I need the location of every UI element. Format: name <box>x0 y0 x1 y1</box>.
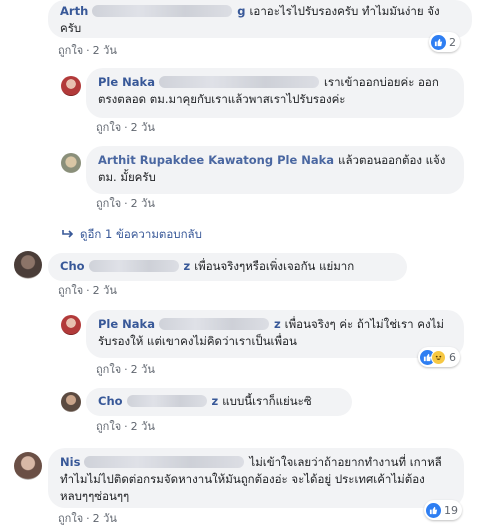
comment-meta: ถูกใจ · 2 วัน <box>96 420 155 433</box>
avatar[interactable] <box>61 315 81 335</box>
haha-icon <box>431 349 446 365</box>
commenter-name[interactable]: Nis <box>60 455 80 469</box>
like-icon <box>431 34 446 50</box>
timestamp[interactable]: 2 วัน <box>93 284 117 297</box>
comment-bubble: Arthit Rupakdee Kawatong Ple Naka แล้วตอน… <box>86 146 464 194</box>
comment-meta: ถูกใจ · 2 วัน <box>96 197 155 210</box>
blurred-name <box>88 259 179 272</box>
reaction-count: 6 <box>449 350 456 364</box>
timestamp[interactable]: 2 วัน <box>131 121 155 134</box>
reaction-summary[interactable]: 6 <box>418 347 460 367</box>
blurred-name <box>158 317 269 330</box>
avatar[interactable] <box>14 452 42 480</box>
avatar[interactable] <box>61 76 81 96</box>
comment-bubble: Nis ไม่เข้าใจเลยว่าถ้าอยากทำงานที่ เกาหลี… <box>48 448 464 508</box>
commenter-name[interactable]: Arth <box>60 4 88 18</box>
commenter-name[interactable]: Cho <box>98 394 123 408</box>
like-icon <box>426 502 441 518</box>
view-more-replies[interactable]: ดูอีก 1 ข้อความตอบกลับ <box>62 226 202 244</box>
commenter-name-tail[interactable]: z <box>274 317 281 331</box>
comment-text: แบบนี้เราก็แย่นะซิ <box>222 394 312 408</box>
like-button[interactable]: ถูกใจ <box>96 121 121 134</box>
comment-bubble: Ple Naka z เพื่อนจริงๆ ค่ะ ถ้าไม่ใช่เรา คง… <box>86 310 464 358</box>
reaction-count: 19 <box>444 503 458 517</box>
timestamp[interactable]: 2 วัน <box>131 197 155 210</box>
commenter-name-tail[interactable]: g <box>237 4 245 18</box>
commenter-name[interactable]: Ple Naka <box>98 317 155 331</box>
avatar[interactable] <box>61 392 81 412</box>
commenter-name-tail[interactable]: z <box>184 259 191 273</box>
comment-meta: ถูกใจ · 2 วัน <box>96 121 155 134</box>
comment-bubble: Ple Naka เราเข้าออกบ่อยค่ะ ออกตรงตลอด ตม.… <box>86 68 464 118</box>
timestamp[interactable]: 2 วัน <box>93 512 117 525</box>
avatar[interactable] <box>14 251 42 279</box>
comment-text: เพื่อนจริงๆหรือเพิ่งเจอกัน แย่มาก <box>194 259 355 273</box>
blurred-name <box>158 75 319 88</box>
comment-bubble: Cho z เพื่อนจริงๆหรือเพิ่งเจอกัน แย่มาก <box>48 253 407 281</box>
comment-meta: ถูกใจ · 2 วัน <box>58 512 117 525</box>
comment-meta: ถูกใจ · 2 วัน <box>58 284 117 297</box>
like-button[interactable]: ถูกใจ <box>58 44 83 57</box>
reply-arrow-icon <box>62 228 74 242</box>
commenter-name-tail[interactable]: z <box>212 394 219 408</box>
comment-bubble: Arth g เอาอะไรไปรับรองครับ ทำไมมันง่าย จัง… <box>48 0 472 38</box>
timestamp[interactable]: 2 วัน <box>131 420 155 433</box>
blurred-name <box>84 455 245 468</box>
like-button[interactable]: ถูกใจ <box>96 197 121 210</box>
like-button[interactable]: ถูกใจ <box>96 420 121 433</box>
comment-meta: ถูกใจ · 2 วัน <box>96 363 155 376</box>
comment-meta: ถูกใจ · 2 วัน <box>58 44 117 57</box>
blurred-name <box>126 394 207 407</box>
commenter-name[interactable]: Cho <box>60 259 85 273</box>
like-button[interactable]: ถูกใจ <box>96 363 121 376</box>
like-button[interactable]: ถูกใจ <box>58 512 83 525</box>
commenter-name[interactable]: Ple Naka <box>98 75 155 89</box>
like-button[interactable]: ถูกใจ <box>58 284 83 297</box>
blurred-name <box>92 4 233 17</box>
commenter-name[interactable]: Arthit Rupakdee Kawatong Ple Naka <box>98 153 334 167</box>
avatar[interactable] <box>61 153 81 173</box>
view-more-replies-label: ดูอีก 1 ข้อความตอบกลับ <box>80 227 202 241</box>
timestamp[interactable]: 2 วัน <box>93 44 117 57</box>
comment-bubble: Cho z แบบนี้เราก็แย่นะซิ <box>86 388 352 416</box>
reaction-summary[interactable]: 19 <box>424 500 462 520</box>
reaction-summary[interactable]: 2 <box>429 32 460 52</box>
reaction-count: 2 <box>449 35 456 49</box>
timestamp[interactable]: 2 วัน <box>131 363 155 376</box>
